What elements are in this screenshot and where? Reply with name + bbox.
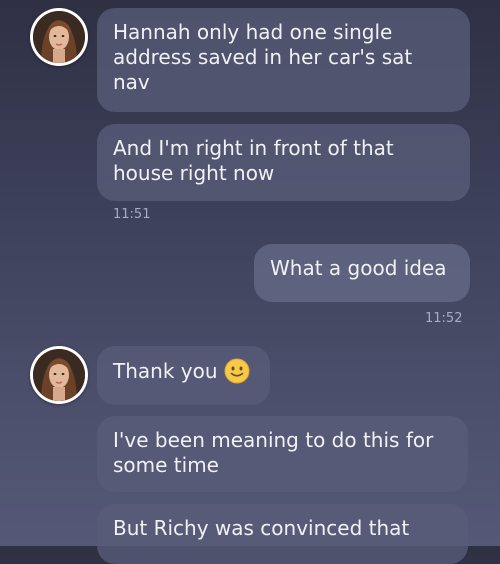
timestamp: 11:52 (425, 311, 463, 326)
incoming-message[interactable]: And I'm right in front of that house rig… (97, 124, 470, 201)
avatar-photo (33, 349, 85, 401)
avatar-photo (33, 11, 85, 63)
contact-avatar[interactable] (30, 8, 88, 66)
avatar-portrait-icon (33, 11, 85, 63)
message-text: What a good idea (270, 256, 447, 280)
message-text: And I'm right in front of that house rig… (113, 136, 394, 185)
message-text: Hannah only had one single address saved… (113, 20, 413, 94)
timestamp: 11:51 (113, 207, 151, 222)
contact-avatar[interactable] (30, 346, 88, 404)
incoming-message[interactable]: Thank you (97, 346, 270, 405)
outgoing-message[interactable]: What a good idea (254, 244, 470, 302)
message-text: Thank you (113, 359, 218, 383)
message-text: I've been meaning to do this for some ti… (113, 428, 434, 477)
incoming-message[interactable]: Hannah only had one single address saved… (97, 8, 470, 112)
incoming-message[interactable]: But Richy was convinced that (97, 504, 468, 564)
chat-thread[interactable]: Hannah only had one single address saved… (0, 0, 500, 564)
message-text: But Richy was convinced that (113, 516, 410, 540)
incoming-message[interactable]: I've been meaning to do this for some ti… (97, 416, 468, 492)
avatar-portrait-icon (33, 349, 85, 401)
slightly-smiling-face-emoji-icon (224, 358, 250, 384)
